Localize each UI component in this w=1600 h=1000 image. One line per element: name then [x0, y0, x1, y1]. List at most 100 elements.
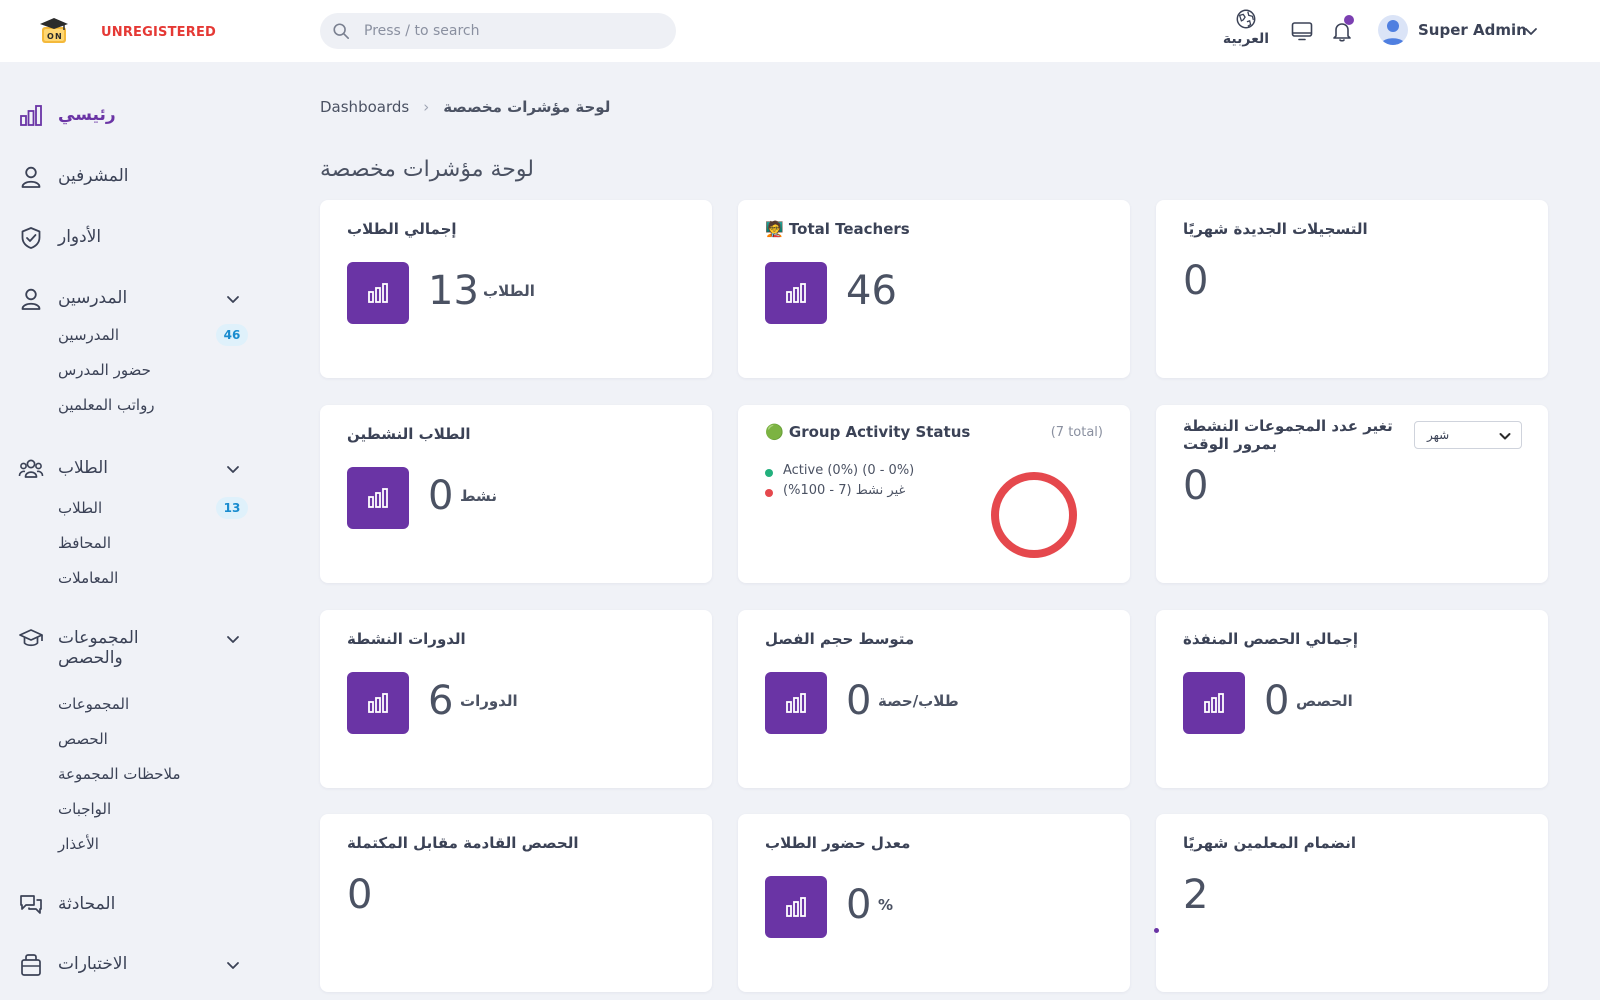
sidebar-item-transactions[interactable]: المعاملات: [58, 567, 248, 591]
card-title-line1: تغير عدد المجموعات النشطة: [1183, 417, 1393, 435]
chevron-down-icon[interactable]: [226, 462, 240, 476]
sidebar-item-sessions[interactable]: الحصص: [58, 728, 248, 752]
card-icon-box: [765, 876, 827, 938]
sidebar-item-excuses[interactable]: الأعذار: [58, 833, 248, 857]
sidebar-item-label: المجموعات: [58, 695, 130, 713]
search-input[interactable]: [364, 13, 664, 49]
sidebar-item-label: المشرفين: [58, 166, 129, 186]
sidebar-item-wallets[interactable]: المحافظ: [58, 532, 248, 556]
sidebar-item-chat[interactable]: المحادثة: [18, 888, 254, 922]
legend-item-active[interactable]: Active (0%) (0 - 0%): [765, 463, 914, 483]
card-total-students: إجمالي الطلاب 13 الطلاب: [320, 200, 712, 378]
card-title: التسجيلات الجديدة شهريًا: [1183, 220, 1368, 238]
sidebar-item-teachers[interactable]: المدرسين 46: [58, 324, 248, 348]
card-icon-box: [765, 672, 827, 734]
chevron-down-icon[interactable]: [226, 292, 240, 306]
sidebar-group-label: المجموعات والحصص: [58, 628, 139, 668]
bar-chart-icon: [368, 283, 388, 303]
sidebar-item-group-notes[interactable]: ملاحظات المجموعة: [58, 763, 248, 787]
card-value: 6: [428, 678, 454, 724]
sidebar-group-exams[interactable]: الاختبارات: [18, 948, 254, 982]
card-title: إجمالي الحصص المنفذة: [1183, 630, 1358, 648]
sidebar-item-students[interactable]: الطلاب 13: [58, 497, 248, 521]
card-unit: نشط: [460, 487, 497, 505]
donut-slice-غير-نشط[interactable]: [991, 472, 1077, 558]
clipboard-icon: [21, 954, 41, 976]
sidebar-group-groups-sessions[interactable]: المجموعات والحصص: [18, 622, 254, 678]
card-avg-class-size: متوسط حجم الفصل 0 طلاب/حصة: [738, 610, 1130, 788]
card-attendance-rate: معدل حضور الطلاب 0 %: [738, 814, 1130, 992]
sidebar-item-label: المحادثة: [58, 894, 116, 914]
sidebar-item-label: رئيسي: [58, 105, 116, 125]
card-value: 0: [1183, 258, 1209, 304]
page-title: لوحة مؤشرات مخصصة: [320, 157, 534, 182]
legend-label: Active (0%) (0 - 0%): [783, 463, 915, 478]
card-group-activity: 🟢 Group Activity Status (7 total) Active…: [738, 405, 1130, 583]
card-monthly-registrations: التسجيلات الجديدة شهريًا 0: [1156, 200, 1548, 378]
search-icon: [333, 23, 350, 40]
period-select[interactable]: شهر: [1414, 421, 1522, 449]
language-switch[interactable]: العربية: [1218, 8, 1274, 47]
search-box[interactable]: [320, 13, 676, 49]
card-title: 🧑‍🏫 Total Teachers: [765, 220, 910, 238]
sidebar-group-label: الطلاب: [58, 458, 108, 478]
user-name: Super Admin: [1418, 21, 1527, 39]
card-unit: الحصص: [1296, 692, 1353, 710]
sidebar: رئيسي المشرفين الأدوار المدرسين المدرسين…: [0, 62, 270, 1000]
card-monthly-teacher-joins: انضمام المعلمين شهريًا 2: [1154, 814, 1548, 992]
chevron-down-icon[interactable]: [226, 958, 240, 972]
legend-item-inactive[interactable]: غير نشط (7 - 100%): [765, 483, 914, 503]
unregistered-label: UNREGISTERED: [101, 25, 217, 40]
card-title: 🟢 Group Activity Status: [765, 423, 971, 441]
bar-chart-icon: [368, 693, 388, 713]
chat-icon: [20, 895, 42, 914]
user-icon: [21, 166, 41, 188]
sidebar-group-label: الاختبارات: [58, 954, 128, 974]
sparkline-point: [1154, 928, 1159, 933]
card-title: الطلاب النشطين: [347, 425, 471, 443]
card-unit: الطلاب: [483, 282, 535, 300]
card-title: تغير عدد المجموعات النشطة بمرور الوقت: [1183, 417, 1393, 453]
sidebar-item-main[interactable]: رئيسي: [18, 99, 254, 133]
sidebar-item-label: الحصص: [58, 730, 108, 748]
card-value: 2: [1183, 872, 1209, 918]
count-badge: 46: [216, 324, 248, 346]
card-total-sessions: إجمالي الحصص المنفذة 0 الحصص: [1156, 610, 1548, 788]
sidebar-item-groups[interactable]: المجموعات: [58, 693, 248, 717]
svg-text:N: N: [55, 32, 62, 41]
donut-chart: [991, 472, 1077, 558]
sidebar-group-students[interactable]: الطلاب: [18, 452, 254, 486]
card-value: 0: [1183, 463, 1209, 509]
count-badge: 13: [216, 497, 248, 519]
card-title: الدورات النشطة: [347, 630, 466, 648]
chart-total-label: (7 total): [1050, 425, 1103, 440]
monitor-icon[interactable]: [1290, 19, 1314, 43]
chevron-down-icon[interactable]: [1524, 24, 1538, 38]
breadcrumb-root[interactable]: Dashboards: [320, 98, 409, 116]
bar-chart-icon: [786, 283, 806, 303]
sidebar-item-teacher-attendance[interactable]: حضور المدرس: [58, 359, 248, 383]
chart-legend: Active (0%) (0 - 0%) غير نشط (7 - 100%): [765, 463, 914, 503]
card-value: 13: [428, 268, 479, 314]
card-unit: %: [878, 896, 894, 914]
card-icon-box: [765, 262, 827, 324]
card-value: 0: [347, 872, 373, 918]
graduation-cap-icon: [19, 629, 43, 647]
globe-icon: [1236, 9, 1256, 29]
notification-dot: [1344, 15, 1354, 25]
sidebar-item-supervisors[interactable]: المشرفين: [18, 160, 254, 194]
period-select-value: شهر: [1427, 428, 1450, 442]
breadcrumb-separator-icon: ›: [423, 98, 430, 116]
sidebar-item-teacher-salaries[interactable]: رواتب المعلمين: [58, 394, 248, 418]
card-icon-box: [1183, 672, 1245, 734]
users-group-icon: [18, 459, 44, 478]
chevron-down-icon[interactable]: [226, 632, 240, 646]
card-active-groups-change: تغير عدد المجموعات النشطة بمرور الوقت شه…: [1156, 405, 1548, 583]
app-logo[interactable]: O N: [38, 15, 70, 47]
sidebar-item-roles[interactable]: الأدوار: [18, 221, 254, 255]
sidebar-item-label: المدرسين: [58, 326, 120, 344]
bar-chart-icon: [20, 105, 42, 126]
user-avatar-icon: [1381, 20, 1405, 45]
sidebar-item-homework[interactable]: الواجبات: [58, 798, 248, 822]
sidebar-group-teachers[interactable]: المدرسين: [18, 282, 254, 316]
